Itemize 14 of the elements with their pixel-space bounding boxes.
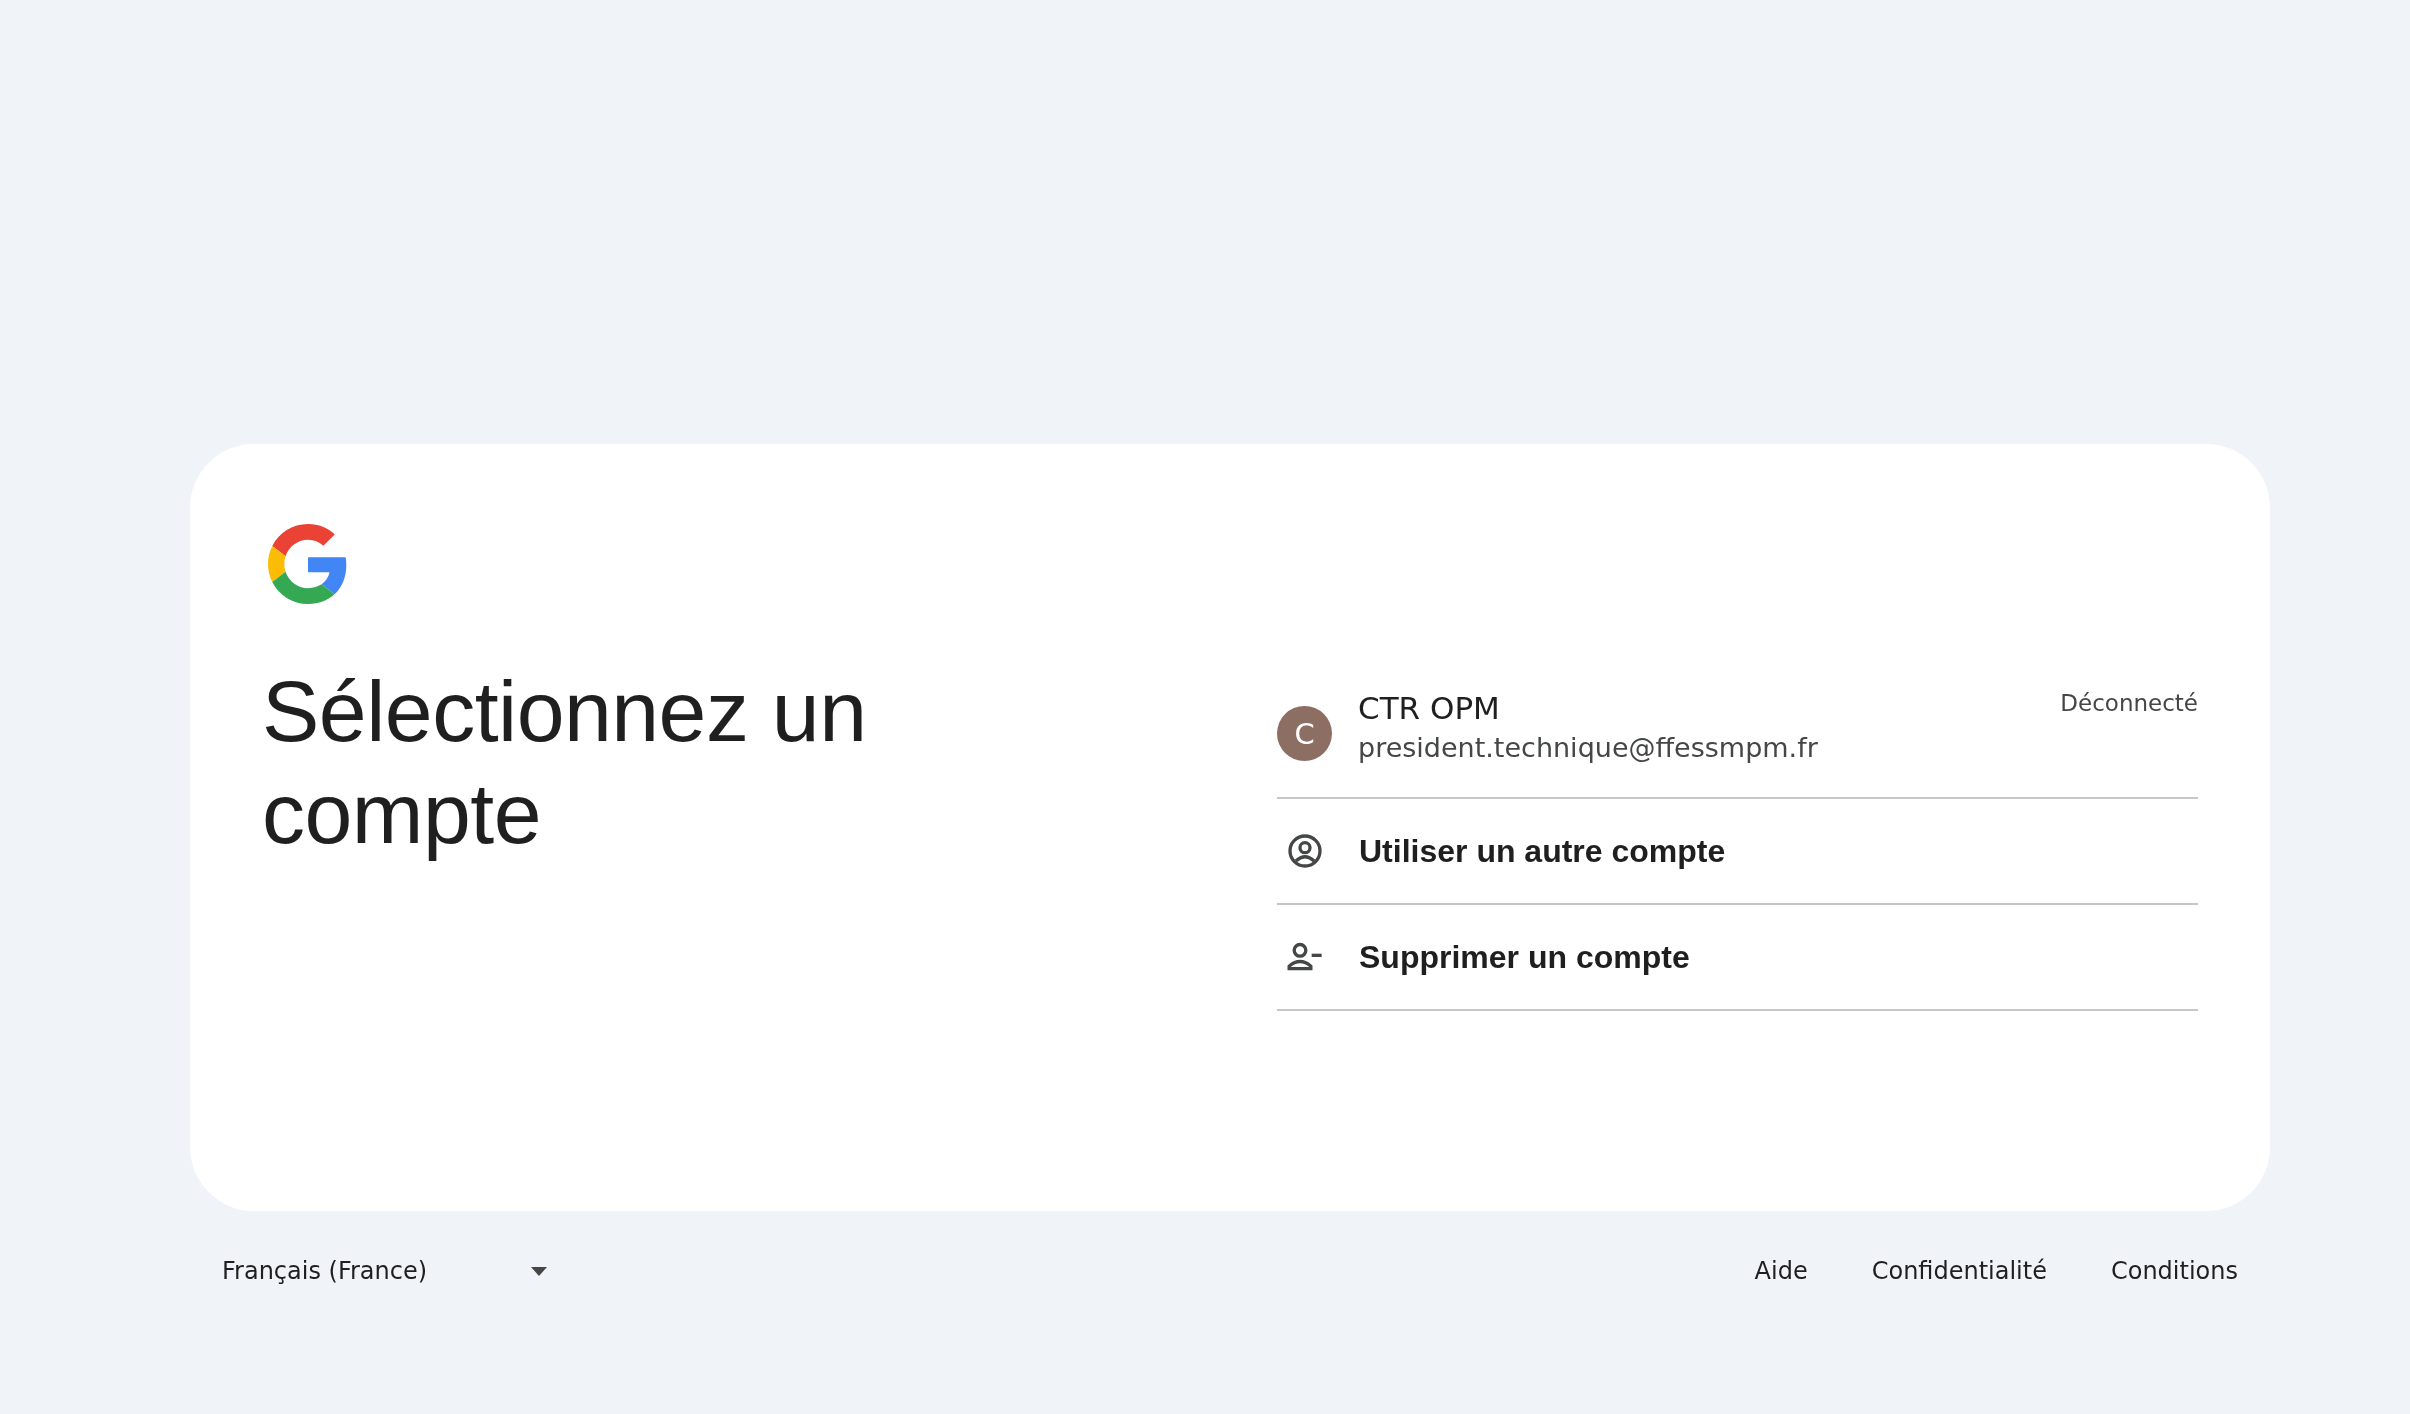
account-avatar[interactable]: C (1277, 706, 1332, 761)
account-circle-icon (1285, 831, 1325, 871)
language-select[interactable]: Français (France) (222, 1257, 557, 1285)
account-action-item[interactable]: Supprimer un compte (1277, 905, 2198, 1011)
footer-link[interactable]: Confidentialité (1871, 1257, 2047, 1285)
account-status: Déconnecté (2060, 690, 2198, 716)
caret-icon (531, 1266, 547, 1276)
account-email[interactable]: president.technique@ffessmpm.fr (1358, 732, 2198, 763)
account-action-item[interactable]: Utiliser un autre compte (1277, 799, 2198, 905)
footer-link[interactable]: Conditions (2110, 1257, 2238, 1285)
footer-link[interactable]: Aide (1754, 1257, 1808, 1285)
account-name[interactable]: CTR OPM (1358, 690, 1500, 726)
google-logo-icon (268, 524, 348, 604)
page-title: Sélectionnez un compte (262, 662, 868, 863)
